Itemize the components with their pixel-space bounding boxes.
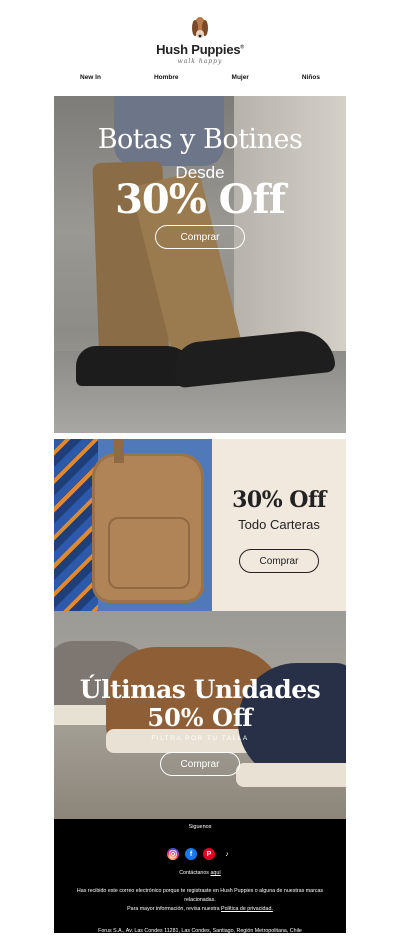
shoes-promo-block[interactable]: Últimas Unidades 50% Off FILTRA POR TU T… xyxy=(54,611,346,819)
brand-logo[interactable]: Hush Puppies® walk happy xyxy=(0,14,400,65)
hero-shop-button[interactable]: Comprar xyxy=(155,225,245,249)
email-page: Hush Puppies® walk happy New In Hombre M… xyxy=(0,0,400,944)
footer: Siguenos f P ♪ Contáctanos aquí Has reci… xyxy=(54,819,346,934)
brand-tagline: walk happy xyxy=(177,58,223,65)
legal-text: Has recibido este correo electrónico por… xyxy=(76,888,324,912)
shoes-discount: 50% Off xyxy=(147,703,253,732)
shoes-title: Últimas Unidades xyxy=(79,675,321,704)
contact-link[interactable]: aquí xyxy=(210,870,220,876)
bags-promo-text: 30% Off Todo Carteras Comprar xyxy=(212,439,346,611)
bags-promo-block[interactable]: 30% Off Todo Carteras Comprar xyxy=(54,439,346,611)
bag-product-image[interactable] xyxy=(54,439,212,611)
hero-banner-boots[interactable]: Botas y Botines Desde 30% Off Comprar xyxy=(54,96,346,433)
nav-item-new-in[interactable]: New In xyxy=(54,74,127,81)
loafer-sole xyxy=(236,763,346,787)
pinterest-icon[interactable]: P xyxy=(203,848,215,860)
nav-item-ninos[interactable]: Niños xyxy=(276,74,346,81)
bag-strap xyxy=(114,439,124,463)
facebook-icon[interactable]: f xyxy=(185,848,197,860)
follow-label: Siguenos xyxy=(188,824,212,830)
company-address: Forus S.A., Av. Las Condes 11281, Las Co… xyxy=(98,928,302,934)
shoes-filter-label: FILTRA POR TU TALLA xyxy=(151,735,249,742)
nav-item-hombre[interactable]: Hombre xyxy=(128,74,205,81)
shoes-shop-button[interactable]: Comprar xyxy=(160,752,240,776)
social-links: f P ♪ xyxy=(54,848,346,860)
tiktok-icon[interactable]: ♪ xyxy=(221,848,233,860)
privacy-policy-link[interactable]: Política de privacidad. xyxy=(221,906,273,912)
bags-discount: 30% Off xyxy=(232,487,326,513)
contact-line: Contáctanos aquí xyxy=(179,870,221,876)
bag-pocket xyxy=(108,517,190,589)
basset-hound-icon xyxy=(192,17,208,38)
brand-name: Hush Puppies® xyxy=(156,42,244,57)
bags-subtitle: Todo Carteras xyxy=(238,517,320,532)
bags-shop-button[interactable]: Comprar xyxy=(239,549,319,573)
nav-item-mujer[interactable]: Mujer xyxy=(206,74,275,81)
instagram-icon[interactable] xyxy=(167,848,179,860)
main-nav: New In Hombre Mujer Niños xyxy=(54,74,346,81)
hero-title: Botas y Botines xyxy=(97,124,303,155)
hero-discount: 30% Off xyxy=(115,176,286,223)
